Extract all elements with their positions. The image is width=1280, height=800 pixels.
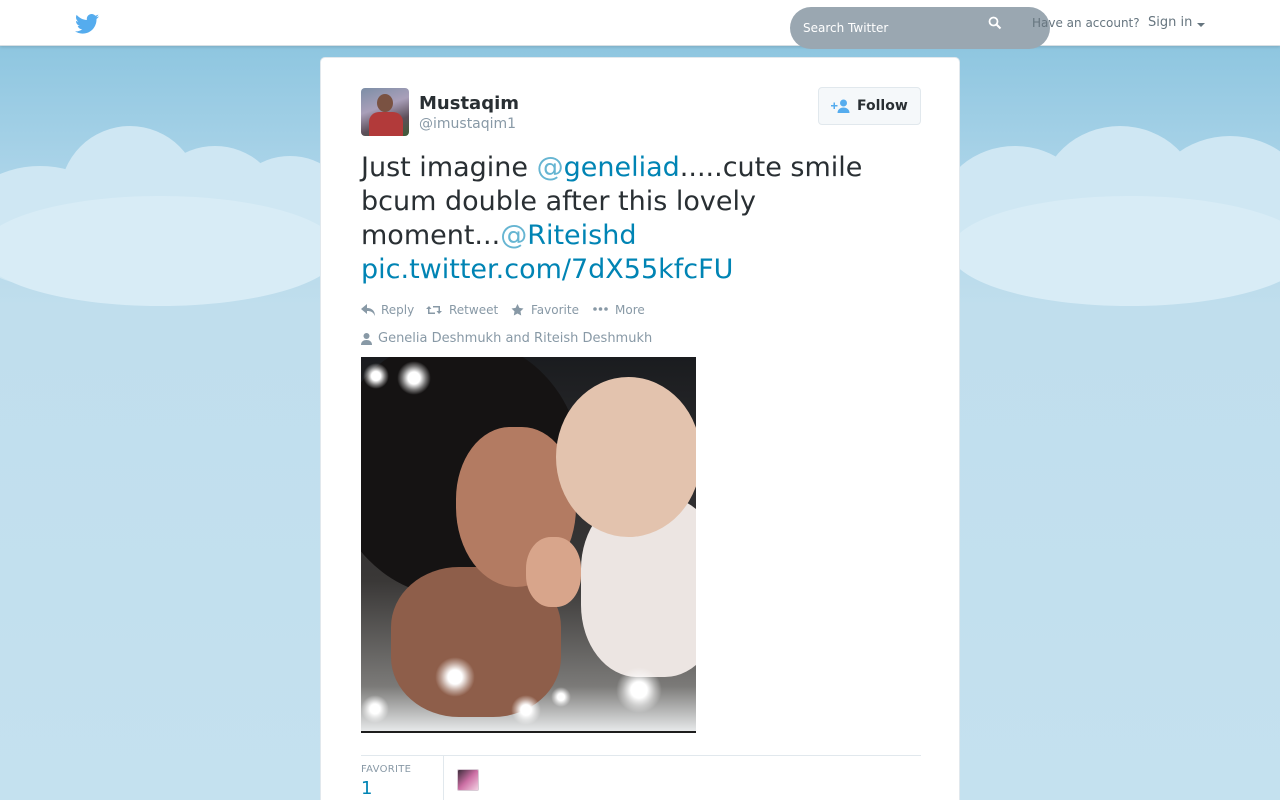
- mention-geneliad[interactable]: @geneliad: [537, 152, 680, 183]
- more-icon: [593, 307, 608, 311]
- favorite-label: Favorite: [531, 303, 579, 317]
- tagged-people-text: Genelia Deshmukh and Riteish Deshmukh: [378, 331, 653, 346]
- top-navigation-bar: Have an account? Sign in: [0, 0, 1280, 49]
- follow-button[interactable]: Follow: [818, 87, 921, 125]
- favoriter-avatar[interactable]: [457, 769, 479, 791]
- follow-button-label: Follow: [857, 98, 908, 114]
- user-username[interactable]: @imustaqim1: [419, 116, 516, 132]
- tweet-card: Mustaqim @imustaqim1 Follow Just imagine…: [320, 57, 960, 800]
- more-label: More: [615, 303, 645, 317]
- retweet-label: Retweet: [449, 303, 499, 317]
- person-icon: [361, 333, 372, 345]
- tweet-text: Just imagine @geneliad.....cute smile bc…: [361, 151, 921, 287]
- pic-link[interactable]: pic.twitter.com/7dX55kfcFU: [361, 254, 733, 285]
- twitter-bird-icon[interactable]: [75, 14, 99, 34]
- have-account-text: Have an account?: [1032, 16, 1140, 30]
- search-box: [790, 7, 1050, 49]
- reply-icon: [361, 304, 375, 316]
- stat-divider: [443, 756, 444, 800]
- search-icon[interactable]: [988, 16, 1002, 30]
- search-input[interactable]: [790, 7, 1050, 49]
- follow-user-icon: [831, 99, 850, 113]
- caret-down-icon[interactable]: [1197, 23, 1205, 27]
- star-icon: [511, 304, 524, 316]
- avatar[interactable]: [361, 88, 409, 136]
- reply-label: Reply: [381, 303, 415, 317]
- user-fullname[interactable]: Mustaqim: [419, 93, 519, 114]
- mention-riteishd[interactable]: @Riteishd: [500, 220, 636, 251]
- tweet-stats: FAVORITE 1: [361, 755, 921, 800]
- sign-in-link[interactable]: Sign in: [1148, 15, 1192, 30]
- tweet-text-part: Just imagine: [361, 152, 537, 183]
- tweet-photo[interactable]: [361, 357, 696, 733]
- favorite-stat-count[interactable]: 1: [361, 778, 372, 799]
- retweet-icon: [426, 306, 442, 314]
- favorite-stat-label: FAVORITE: [361, 764, 412, 775]
